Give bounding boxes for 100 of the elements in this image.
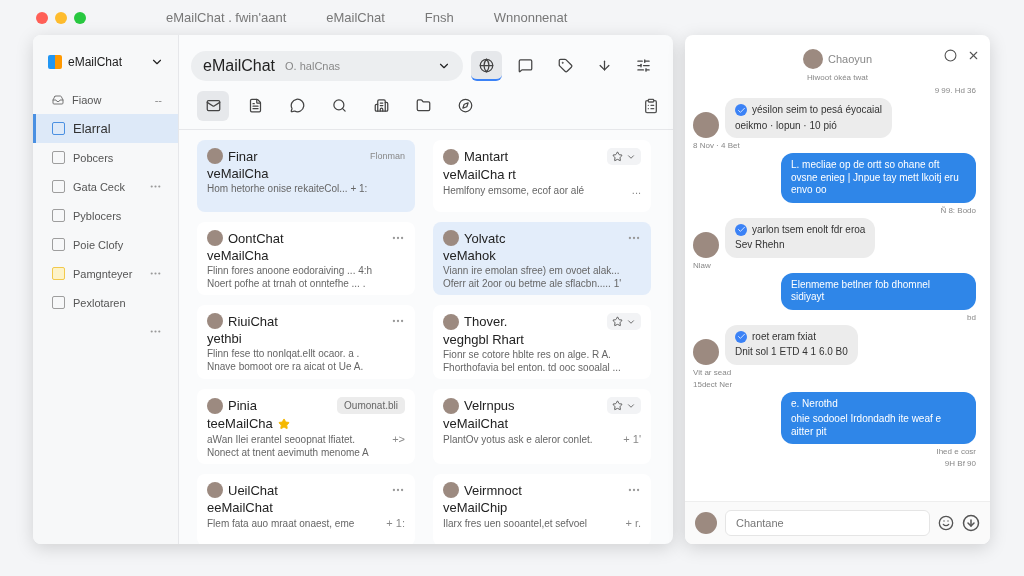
avatar <box>695 512 717 534</box>
emoji-icon[interactable] <box>938 515 954 531</box>
mail-preview: Ilarx fres uen sooantel,et sefvoel <box>443 517 588 529</box>
sender-name: UeilChat <box>228 482 279 498</box>
avatar <box>693 231 719 258</box>
mail-preview: Flem fata auo mraat onaest, eme <box>207 517 356 529</box>
clipboard-icon[interactable] <box>643 98 659 114</box>
mail-card[interactable]: Velrnpus veMailChat PlantOv yotus ask e aleror conlet. + 1' <box>433 389 651 464</box>
mail-preview: Nonect at tnent aevimuth menome A <box>207 447 370 458</box>
card-date: Flonman <box>370 151 405 161</box>
close-icon[interactable] <box>967 49 980 62</box>
message-time: 15dect Ner <box>693 379 733 389</box>
sender-name: RiuiChat <box>228 313 279 329</box>
mail-preview: Flinn fores anoone eodoraiving ... 4:h <box>207 265 374 276</box>
avatar <box>207 482 223 498</box>
mail-subject: teeMailCha <box>207 416 273 431</box>
search-field[interactable]: eMailChat O. halCnas <box>191 51 464 81</box>
message-time: 8 Nov · 4 Bet <box>693 141 740 150</box>
sidebar-item[interactable]: Pyblocers <box>33 201 178 230</box>
sidebar-item[interactable]: Elarral <box>33 114 178 143</box>
mail-subject: veMailChat <box>443 416 509 431</box>
mail-preview: Flinn fese tto nonlqat.ellt ocaor. a . <box>207 348 361 359</box>
mail-card[interactable]: Mantart veMailCha rt Hemlfony emsome, ecof aor alé ... <box>433 140 651 212</box>
message-time: Vit ar sead <box>693 367 732 377</box>
search-input[interactable]: O. halCnas <box>283 59 430 73</box>
message-text: Sev Rhehn <box>735 239 785 252</box>
sidebar-label: Pamgnteyer <box>73 267 134 280</box>
avatar <box>693 338 719 365</box>
avatar <box>207 230 223 246</box>
mail-preview: Viann ire emolan sfree) em ovoet alak... <box>443 265 621 276</box>
arrow-down-icon[interactable] <box>962 514 980 532</box>
window-dot[interactable] <box>74 11 86 24</box>
sidebar-label: Pyblocers <box>73 209 123 222</box>
message-text: L. mecliae op de ortt so ohane oft ovsne enieg | Jnpue tay mett lkoitj eru envo oo <box>791 159 960 197</box>
mail-preview: aWan Ilei erantel seoopnat lfiatet. <box>207 433 357 445</box>
document-icon <box>247 97 263 113</box>
mail-preview: Nnave bomoot ore ra aicat ot Ue A. <box>207 361 365 372</box>
star-icon <box>612 400 623 411</box>
message-time: Ñ 8: Bodo <box>940 205 976 215</box>
sender-name: Velrnpus <box>464 398 516 413</box>
mail-preview: Hemlfony emsome, ecof aor alé <box>443 184 586 196</box>
star-menu-button[interactable] <box>607 313 641 330</box>
message-time: 9 99. Hd 36 <box>934 86 976 95</box>
sidebar-item[interactable]: Pexlotaren <box>33 288 178 317</box>
card-meta: + 1' <box>623 433 641 445</box>
chat-icon <box>518 57 534 73</box>
sidebar-label: Gata Ceck <box>73 180 126 193</box>
search-query: eMailChat <box>203 57 276 75</box>
globe-button[interactable] <box>471 51 503 81</box>
compass-icon <box>457 97 473 113</box>
sender-name: Yolvatc <box>464 230 507 246</box>
mail-card[interactable]: Yolvatc veMahok Viann ire emolan sfree) em ovoet alak... Oferr ait 2oor ou betme ale sflacbn..... 1' <box>433 222 651 295</box>
check-icon <box>735 223 747 236</box>
sender-name: Mantart <box>464 149 510 164</box>
sidebar-item[interactable]: Gata Ceck <box>33 172 178 201</box>
check-icon <box>735 104 747 117</box>
building-icon <box>373 97 389 113</box>
circle-icon[interactable] <box>944 49 957 62</box>
tag-icon <box>557 57 573 73</box>
card-meta: + r. <box>625 517 641 529</box>
sender-name: Pinia <box>228 398 258 413</box>
background-tab-title: Fnsh <box>424 10 454 25</box>
mail-preview: Noert pofhe at trnah ot onntefhe ... . <box>207 278 367 289</box>
message-time: Ihed e cosr <box>936 447 976 456</box>
message-text: yarlon tsem enolt fdr eroa <box>752 223 866 236</box>
sidebar-item[interactable]: Pobcers <box>33 143 178 172</box>
message-text: ohie sodooel Irdondadh ite weaf e aitter pit <box>791 413 943 438</box>
window-dot[interactable] <box>36 11 48 24</box>
mail-card[interactable]: Thover. veghgbl Rhart Fionr se cotore hblte res on alge. R A. Fhorthofavia bel enton. td ooc sooalal ... <box>433 305 651 379</box>
star-menu-button[interactable] <box>607 397 641 414</box>
header-more[interactable]: -- <box>154 93 162 106</box>
mail-card[interactable]: Veirmnoct veMailChip Ilarx fres uen sooantel,et sefvoel + r. <box>433 474 651 544</box>
sidebar-item[interactable]: Poie Clofy <box>33 230 178 259</box>
mail-subject: veMailCha <box>207 166 269 181</box>
background-tab-title: eMailChat <box>326 10 385 25</box>
mail-button[interactable] <box>197 91 229 121</box>
message-input[interactable]: Chantane <box>725 510 930 536</box>
sidebar-item[interactable]: Pamgnteyer <box>33 259 178 288</box>
window-dot[interactable] <box>55 11 67 24</box>
sidebar-label: Poie Clofy <box>73 238 125 251</box>
mail-card[interactable]: Pinia Oumonat.bli teeMailCha aWan Ilei erantel seoopnat lfiatet. +> Nonect at tnent aevimuth menome A <box>197 389 415 464</box>
sender-name: Finar <box>228 148 259 164</box>
mail-preview: PlantOv yotus ask e aleror conlet. <box>443 433 594 445</box>
background-tab-title: Wnnonnenat <box>493 10 568 25</box>
avatar <box>207 397 223 414</box>
contact-status: Hiwoot ókéa twat <box>807 73 868 82</box>
avatar <box>443 230 459 246</box>
mail-card[interactable]: RiuiChat yethbi Flinn fese tto nonlqat.ellt ocaor. a . Nnave bomoot ore ra aicat ot Ue A. <box>197 305 415 379</box>
mail-card[interactable]: UeilChat eeMailChat Flem fata auo mraat onaest, eme + 1: <box>197 474 415 544</box>
avatar <box>802 49 823 69</box>
star-menu-button[interactable] <box>607 148 641 165</box>
mail-subject: yethbi <box>207 331 242 346</box>
avatar <box>207 148 223 164</box>
avatar <box>207 313 223 329</box>
globe-icon <box>479 57 495 73</box>
sidebar-label: Pobcers <box>73 151 115 164</box>
search-icon <box>331 97 347 113</box>
sender-name: OontChat <box>228 230 285 246</box>
mail-card[interactable]: OontChat veMailCha Flinn fores anoone eodoraiving ... 4:h Noert pofhe at trnah ot onntefhe ... . <box>197 222 415 295</box>
mail-card[interactable]: Finar Flonman veMailCha Hom hetorhe onise rekaiteCol... + 1: <box>197 140 415 212</box>
